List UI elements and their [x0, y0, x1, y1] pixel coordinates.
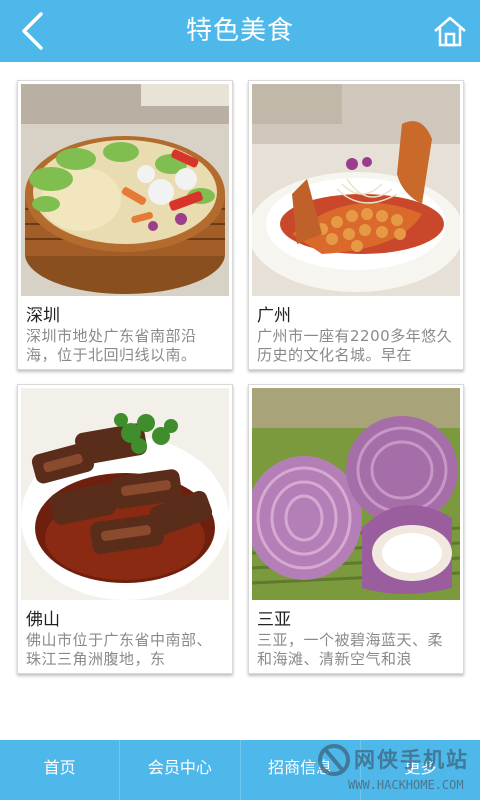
- bottom-nav: 首页 会员中心 招商信息 更多: [0, 740, 480, 800]
- app-header: 特色美食: [0, 0, 480, 62]
- food-photo: [252, 388, 460, 600]
- food-card-description: 三亚，一个被碧海蓝天、柔和海滩、清新空气和浪: [257, 631, 444, 668]
- tab-member-center[interactable]: 会员中心: [120, 740, 241, 800]
- chevron-left-icon: [22, 12, 43, 50]
- food-card-title: 深圳: [26, 306, 60, 326]
- food-card-description: 广州市一座有2200多年悠久历史的文化名城。早在: [257, 327, 453, 364]
- food-card-foshan[interactable]: 佛山 佛山市位于广东省中南部、珠江三角洲腹地，东: [17, 384, 233, 674]
- food-card-title: 广州: [257, 306, 291, 326]
- food-photo: [252, 84, 460, 296]
- food-card-guangzhou[interactable]: 广州 广州市一座有2200多年悠久历史的文化名城。早在: [248, 80, 464, 370]
- back-button[interactable]: [10, 8, 54, 54]
- home-button[interactable]: [428, 10, 472, 52]
- food-photo: [21, 388, 229, 600]
- food-card-title: 三亚: [257, 610, 291, 630]
- food-card-title: 佛山: [26, 610, 60, 630]
- food-photo: [21, 84, 229, 296]
- home-icon: [434, 16, 466, 47]
- food-card-description: 佛山市位于广东省中南部、珠江三角洲腹地，东: [26, 631, 213, 668]
- food-card-description: 深圳市地处广东省南部沿海，位于北回归线以南。: [26, 327, 197, 364]
- food-card-sanya[interactable]: 三亚 三亚，一个被碧海蓝天、柔和海滩、清新空气和浪: [248, 384, 464, 674]
- tab-home[interactable]: 首页: [0, 740, 121, 800]
- tab-business-info[interactable]: 招商信息: [241, 740, 361, 800]
- food-card-shenzhen[interactable]: 深圳 深圳市地处广东省南部沿海，位于北回归线以南。: [17, 80, 233, 370]
- tab-more[interactable]: 更多: [361, 740, 480, 800]
- page-title: 特色美食: [185, 16, 294, 46]
